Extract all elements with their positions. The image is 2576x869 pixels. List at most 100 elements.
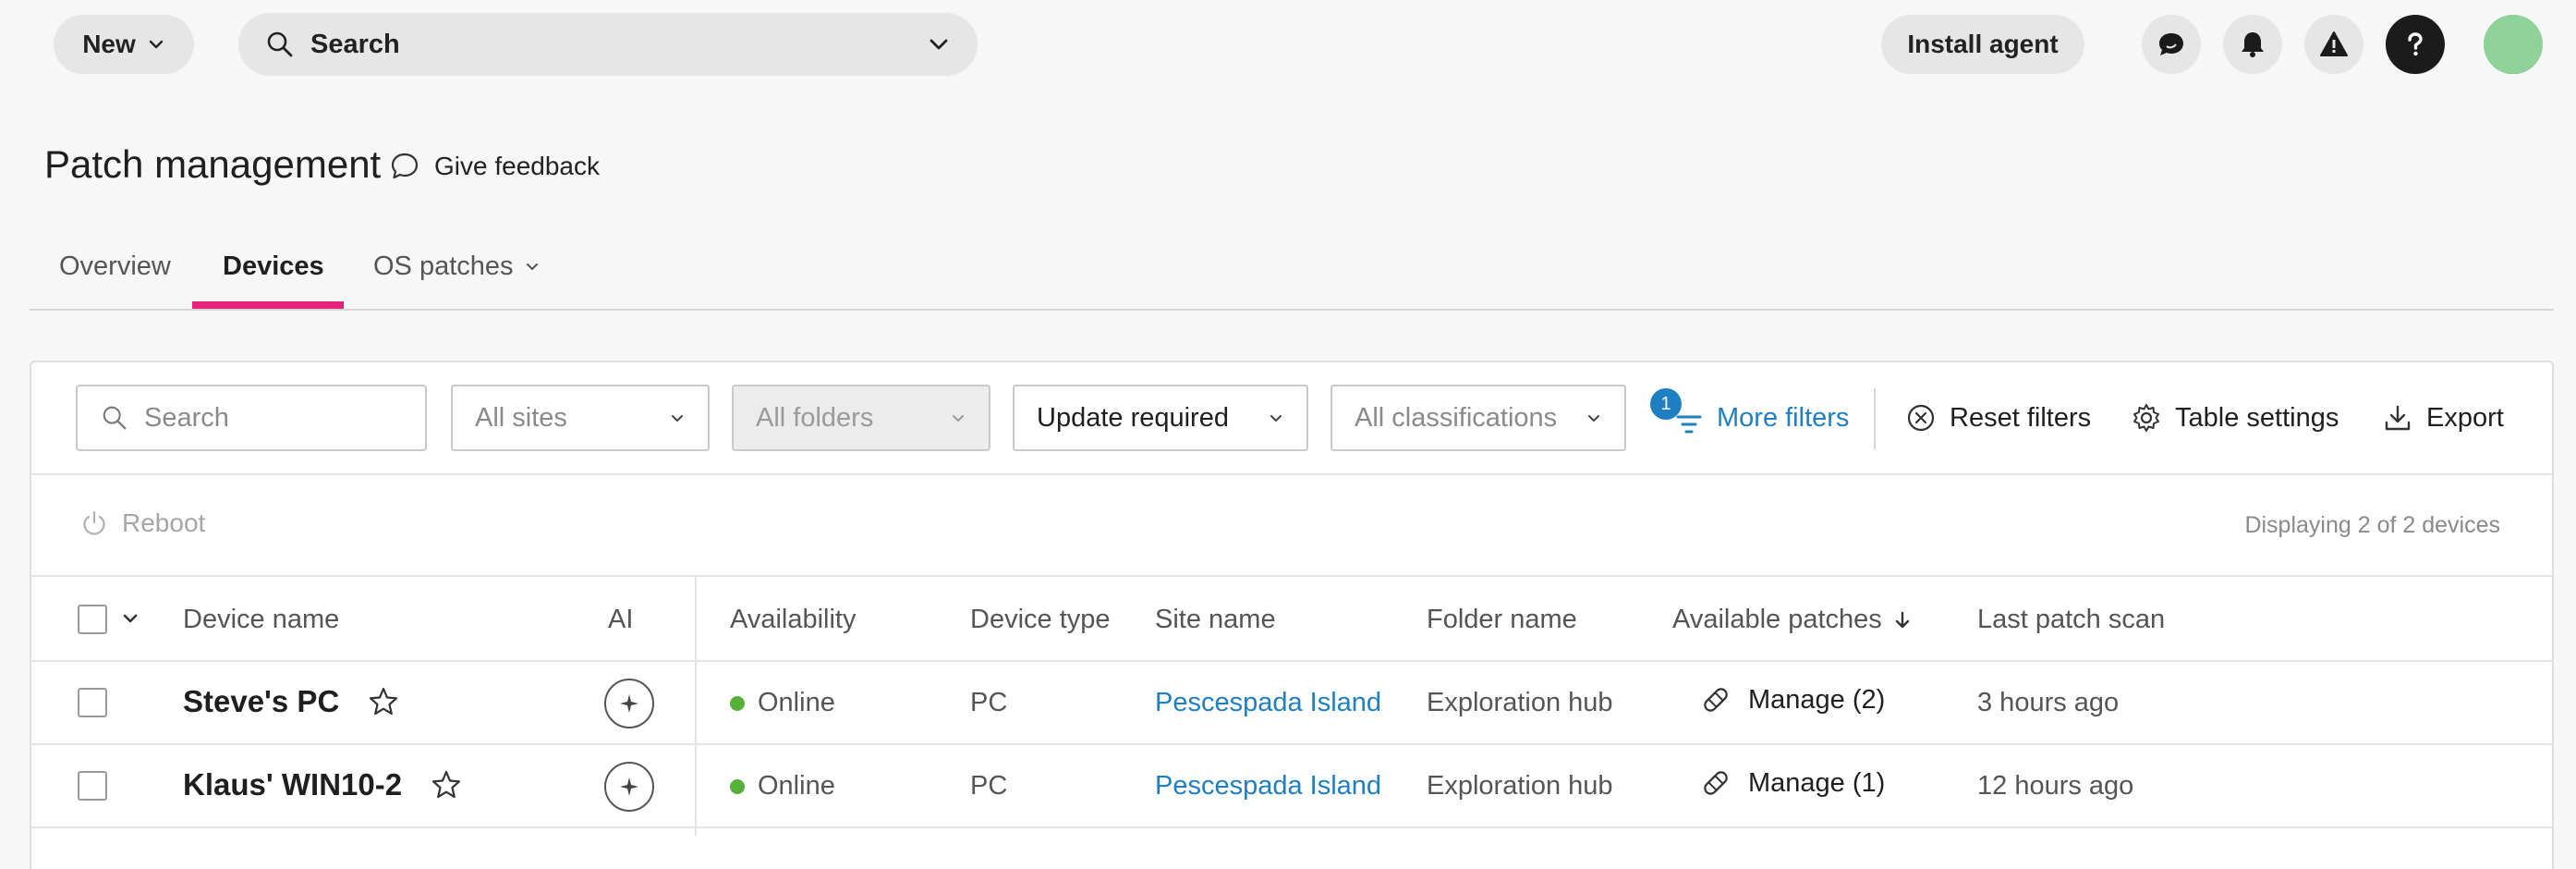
active-filter-count-badge: 1 [1650, 388, 1682, 420]
column-availability[interactable]: Availability [730, 605, 856, 635]
install-agent-label: Install agent [1907, 30, 2059, 58]
bulk-actions-bar: Reboot Displaying 2 of 2 devices [31, 475, 2552, 577]
chevron-down-icon [953, 415, 964, 422]
sort-arrow-down-icon [1895, 611, 1909, 628]
export-button[interactable]: Export [2382, 385, 2504, 451]
reboot-button: Reboot [79, 508, 205, 538]
tab-overview[interactable]: Overview [59, 251, 171, 282]
folders-select: All folders [732, 385, 990, 451]
alerts-button[interactable] [2304, 15, 2363, 74]
manage-patches-button[interactable]: Manage (2) [1700, 684, 1885, 716]
sites-select-value: All sites [475, 402, 567, 433]
device-search-input[interactable] [144, 402, 403, 434]
bell-icon [2242, 32, 2264, 57]
device-name[interactable]: Steve's PC [183, 684, 339, 719]
result-count: Displaying 2 of 2 devices [2244, 512, 2500, 538]
warning-icon [2320, 31, 2348, 56]
table-row[interactable]: Steve's PC Online PC Pescespada Island E… [31, 662, 2552, 745]
select-all-checkbox[interactable] [78, 605, 107, 634]
site-name-link[interactable]: Pescespada Island [1155, 688, 1381, 718]
speech-bubble-icon [391, 153, 419, 179]
power-icon [83, 510, 105, 535]
folder-name-cell: Exploration hub [1427, 771, 1613, 801]
tab-devices-label: Devices [223, 251, 324, 281]
site-name-link[interactable]: Pescespada Island [1155, 771, 1381, 802]
column-folder-name[interactable]: Folder name [1427, 605, 1577, 635]
row-checkbox[interactable] [78, 771, 107, 801]
column-folder-name-label: Folder name [1427, 605, 1577, 634]
device-name-cell[interactable]: Klaus' WIN10-2 [183, 767, 463, 802]
chevron-down-icon [1270, 415, 1282, 422]
chevron-down-icon [526, 263, 538, 270]
page-title: Patch management [44, 142, 382, 186]
chevron-down-icon [672, 415, 683, 422]
global-search[interactable]: Search [238, 13, 978, 76]
availability-cell: Online [730, 771, 835, 802]
column-available-patches[interactable]: Available patches [1672, 605, 1914, 635]
active-tab-indicator [192, 301, 344, 309]
tab-bar: Overview Devices OS patches [30, 242, 2554, 311]
column-device-type[interactable]: Device type [970, 605, 1111, 635]
tab-overview-label: Overview [59, 251, 171, 281]
table-settings-button[interactable]: Table settings [2131, 385, 2339, 451]
reset-filters-button[interactable]: Reset filters [1905, 385, 2091, 451]
notifications-button[interactable] [2223, 15, 2282, 74]
device-name[interactable]: Klaus' WIN10-2 [183, 767, 402, 802]
manage-patches-button[interactable]: Manage (1) [1700, 767, 1885, 799]
availability-label: Online [758, 688, 835, 717]
column-last-patch-scan-label: Last patch scan [1977, 605, 2166, 634]
device-name-cell[interactable]: Steve's PC [183, 684, 400, 719]
column-site-name[interactable]: Site name [1155, 605, 1276, 635]
star-icon[interactable] [430, 768, 463, 802]
give-feedback-link[interactable]: Give feedback [388, 150, 600, 183]
ai-assist-button[interactable] [604, 679, 654, 728]
tab-devices[interactable]: Devices [223, 251, 324, 282]
gear-icon [2133, 404, 2159, 432]
column-ai[interactable]: AI [608, 605, 633, 635]
chevron-down-icon[interactable] [926, 31, 952, 57]
help-button[interactable] [2386, 15, 2445, 74]
last-scan-cell: 12 hours ago [1977, 771, 2134, 801]
install-agent-button[interactable]: Install agent [1881, 15, 2084, 74]
reset-filters-label: Reset filters [1950, 402, 2092, 433]
device-search-field[interactable] [76, 385, 427, 451]
tab-os-patches-label: OS patches [373, 251, 514, 281]
top-bar: New Search Install agent [0, 0, 2576, 89]
folders-select-value: All folders [756, 402, 874, 433]
close-circle-icon [1907, 404, 1935, 432]
new-button-label: New [82, 30, 136, 58]
availability-cell: Online [730, 688, 835, 718]
patch-status-select[interactable]: Update required [1013, 385, 1308, 451]
column-site-name-label: Site name [1155, 605, 1276, 634]
more-filters-button[interactable]: 1 More filters [1650, 385, 1849, 451]
device-type-cell: PC [970, 771, 1008, 801]
export-label: Export [2426, 402, 2504, 433]
table-row[interactable]: Klaus' WIN10-2 Online PC Pescespada Isla… [31, 745, 2552, 828]
device-type-cell: PC [970, 688, 1008, 717]
bandage-icon [1704, 688, 1728, 712]
availability-label: Online [758, 771, 835, 801]
column-available-patches-label: Available patches [1672, 605, 1882, 634]
column-device-name[interactable]: Device name [183, 605, 339, 635]
last-scan-cell: 3 hours ago [1977, 688, 2120, 717]
star-icon[interactable] [367, 685, 400, 718]
download-icon [2385, 405, 2411, 431]
manage-patches-label: Manage (1) [1748, 767, 1886, 798]
global-search-label: Search [310, 29, 400, 59]
chevron-down-icon[interactable] [120, 608, 140, 629]
new-button[interactable]: New [54, 15, 194, 74]
more-filters-label: More filters [1717, 402, 1850, 433]
classifications-select[interactable]: All classifications [1331, 385, 1626, 451]
chat-button[interactable] [2142, 15, 2201, 74]
manage-patches-label: Manage (2) [1748, 684, 1886, 715]
column-device-type-label: Device type [970, 605, 1111, 634]
ai-assist-button[interactable] [604, 762, 654, 812]
chevron-down-icon [1588, 415, 1599, 422]
column-last-patch-scan[interactable]: Last patch scan [1977, 605, 2165, 635]
devices-panel: All sites All folders Update required Al… [30, 361, 2554, 869]
classifications-select-value: All classifications [1355, 402, 1558, 433]
row-checkbox[interactable] [78, 688, 107, 717]
sites-select[interactable]: All sites [451, 385, 710, 451]
chat-icon [2159, 33, 2183, 55]
tab-os-patches[interactable]: OS patches [373, 251, 541, 282]
